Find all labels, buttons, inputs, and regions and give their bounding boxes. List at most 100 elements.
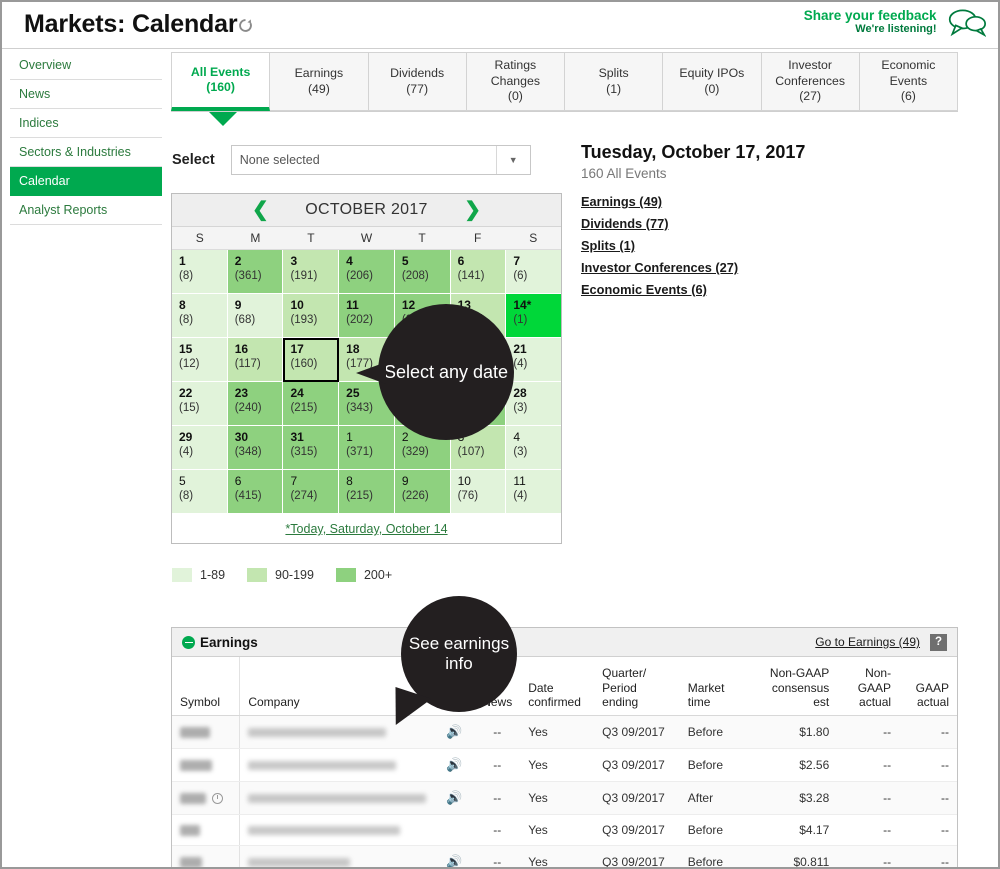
tab-dividends[interactable]: Dividends (77) — [368, 52, 467, 111]
go-to-earnings-link[interactable]: Go to Earnings (49) — [815, 635, 920, 649]
col-date-confirmed[interactable]: Date confirmed — [520, 657, 595, 716]
event-type-link[interactable]: Investor Conferences (27) — [581, 260, 951, 275]
event-type-link[interactable]: Dividends (77) — [581, 216, 951, 231]
calendar-day-cell[interactable]: 5 (8) — [172, 470, 228, 514]
calendar-day-cell[interactable]: 6 (415) — [227, 470, 284, 514]
calendar-day-cell[interactable]: 6 (141) — [450, 250, 507, 294]
calendar-day-cell[interactable]: 4 (3) — [506, 426, 562, 470]
calendar-day-cell[interactable]: 1 (8) — [172, 250, 228, 294]
col-market-time[interactable]: Market time — [679, 657, 748, 716]
minus-circle-icon[interactable] — [182, 635, 195, 649]
sidebar-item-calendar[interactable]: Calendar — [10, 167, 162, 196]
cell-quarter: Q3 09/2017 — [594, 814, 680, 846]
event-type-link[interactable]: Economic Events (6) — [581, 282, 951, 297]
cell-audio[interactable]: 🔊 — [434, 748, 475, 782]
tab-ratings-changes[interactable]: Ratings Changes (0) — [466, 52, 565, 111]
calendar-day-cell[interactable]: 21 (4) — [506, 338, 562, 382]
help-icon[interactable]: ? — [930, 633, 947, 651]
calendar-day-cell[interactable]: 10 (193) — [283, 294, 340, 338]
cell-consensus-est: $3.28 — [747, 781, 838, 815]
refresh-icon[interactable] — [238, 18, 253, 33]
col-quarter-period-ending[interactable]: Quarter/Period ending — [594, 657, 680, 716]
table-row[interactable]: 🔊 -- Yes Q3 09/2017 Before $2.56 -- -- — [172, 748, 957, 782]
sidebar-item-analyst-reports[interactable]: Analyst Reports — [10, 196, 162, 225]
cell-audio[interactable]: 🔊 — [434, 781, 475, 815]
cell-symbol[interactable] — [172, 814, 241, 846]
calendar-day-cell[interactable]: 24 (215) — [283, 382, 340, 426]
calendar-day-cell[interactable]: 2 (361) — [227, 250, 284, 294]
cell-symbol[interactable] — [172, 845, 241, 867]
event-type-link[interactable]: Earnings (49) — [581, 194, 951, 209]
calendar-day-event-count: (191) — [290, 270, 318, 282]
col-nongaap-consensus-est[interactable]: Non-GAAP consensus est — [747, 657, 838, 716]
calendar-day-cell[interactable]: 17 (160) — [283, 338, 340, 382]
calendar-day-event-count: (76) — [457, 490, 479, 502]
cell-company[interactable] — [239, 814, 435, 846]
share-feedback-link[interactable]: Share your feedback We're listening! — [804, 7, 987, 38]
calendar-day-cell[interactable]: 9 (68) — [227, 294, 284, 338]
cell-gaap-actual: -- — [899, 748, 957, 782]
calendar-day-cell[interactable]: 7 (274) — [283, 470, 340, 514]
calendar-day-event-count: (15) — [179, 402, 200, 414]
cell-news: -- — [474, 814, 521, 846]
calendar-day-cell[interactable]: 30 (348) — [227, 426, 284, 470]
calendar-day-cell[interactable]: 5 (208) — [394, 250, 451, 294]
calendar-day-cell[interactable]: 29 (4) — [172, 426, 228, 470]
calendar-day-cell[interactable]: 14* (1) — [506, 294, 562, 338]
event-type-link[interactable]: Splits (1) — [581, 238, 951, 253]
cell-symbol[interactable] — [172, 715, 241, 749]
cell-company[interactable] — [239, 781, 435, 815]
select-dropdown[interactable]: None selected ▼ — [230, 145, 531, 175]
cell-symbol[interactable] — [172, 781, 241, 815]
calendar-day-cell[interactable]: 8 (8) — [172, 294, 228, 338]
calendar-day-cell[interactable]: 11 (202) — [339, 294, 395, 338]
col-nongaap-actual[interactable]: Non- GAAP actual — [837, 657, 900, 716]
tab-equity-ipos[interactable]: Equity IPOs (0) — [663, 52, 762, 111]
tab-count: (1) — [606, 81, 622, 96]
calendar-day-number: 6 — [457, 254, 465, 268]
calendar-day-cell[interactable]: 15 (12) — [172, 338, 228, 382]
tab-investor-conferences[interactable]: Investor Conferences (27) — [761, 52, 860, 111]
calendar-day-cell[interactable]: 7 (6) — [506, 250, 562, 294]
speaker-icon[interactable]: 🔊 — [446, 854, 462, 868]
cell-audio[interactable]: 🔊 — [434, 845, 475, 868]
cell-symbol[interactable] — [172, 748, 241, 782]
cell-company[interactable] — [239, 845, 435, 867]
chevron-right-icon[interactable]: ❯ — [464, 198, 481, 222]
col-symbol[interactable]: Symbol — [172, 657, 241, 716]
speaker-icon[interactable]: 🔊 — [446, 724, 462, 739]
sidebar-item-indices[interactable]: Indices — [10, 109, 162, 138]
speaker-icon[interactable]: 🔊 — [446, 757, 462, 772]
tab-splits[interactable]: Splits (1) — [565, 52, 664, 111]
today-link[interactable]: *Today, Saturday, October 14 — [285, 522, 447, 536]
col-gaap-actual[interactable]: GAAP actual — [899, 657, 957, 716]
sidebar-item-sectors-industries[interactable]: Sectors & Industries — [10, 138, 162, 167]
table-row[interactable]: -- Yes Q3 09/2017 Before $4.17 -- -- — [172, 814, 957, 846]
cell-company[interactable] — [239, 748, 435, 782]
calendar-day-number: 1 — [179, 254, 186, 268]
tab-all-events[interactable]: All Events (160) — [171, 52, 271, 111]
calendar-day-cell[interactable]: 28 (3) — [506, 382, 562, 426]
calendar-day-cell[interactable]: 3 (191) — [283, 250, 340, 294]
calendar-day-cell[interactable]: 11 (4) — [506, 470, 562, 514]
calendar-day-cell[interactable]: 9 (226) — [394, 470, 451, 514]
calendar-day-cell[interactable]: 23 (240) — [227, 382, 284, 426]
calendar-day-cell[interactable]: 31 (315) — [283, 426, 340, 470]
table-row[interactable]: 🔊 -- Yes Q3 09/2017 Before $1.80 -- -- — [172, 715, 957, 749]
calendar-day-cell[interactable]: 16 (117) — [227, 338, 284, 382]
tab-economic-events[interactable]: Economic Events (6) — [859, 52, 958, 111]
chevron-left-icon[interactable]: ❮ — [252, 198, 269, 222]
calendar-day-cell[interactable]: 10 (76) — [450, 470, 507, 514]
table-row[interactable]: 🔊 -- Yes Q3 09/2017 After $3.28 -- -- — [172, 781, 957, 815]
tab-earnings[interactable]: Earnings (49) — [270, 52, 369, 111]
sidebar-item-news[interactable]: News — [10, 80, 162, 109]
table-row[interactable]: 🔊 -- Yes Q3 09/2017 Before $0.811 -- -- — [172, 845, 957, 868]
calendar-day-cell[interactable]: 1 (371) — [339, 426, 395, 470]
sidebar-item-overview[interactable]: Overview — [10, 51, 162, 80]
speaker-icon[interactable]: 🔊 — [446, 790, 462, 805]
calendar-day-cell[interactable]: 8 (215) — [339, 470, 395, 514]
cell-audio[interactable]: 🔊 — [434, 715, 475, 749]
calendar-day-cell[interactable]: 4 (206) — [339, 250, 395, 294]
calendar-day-number: 11 — [513, 474, 526, 488]
calendar-day-cell[interactable]: 22 (15) — [172, 382, 228, 426]
